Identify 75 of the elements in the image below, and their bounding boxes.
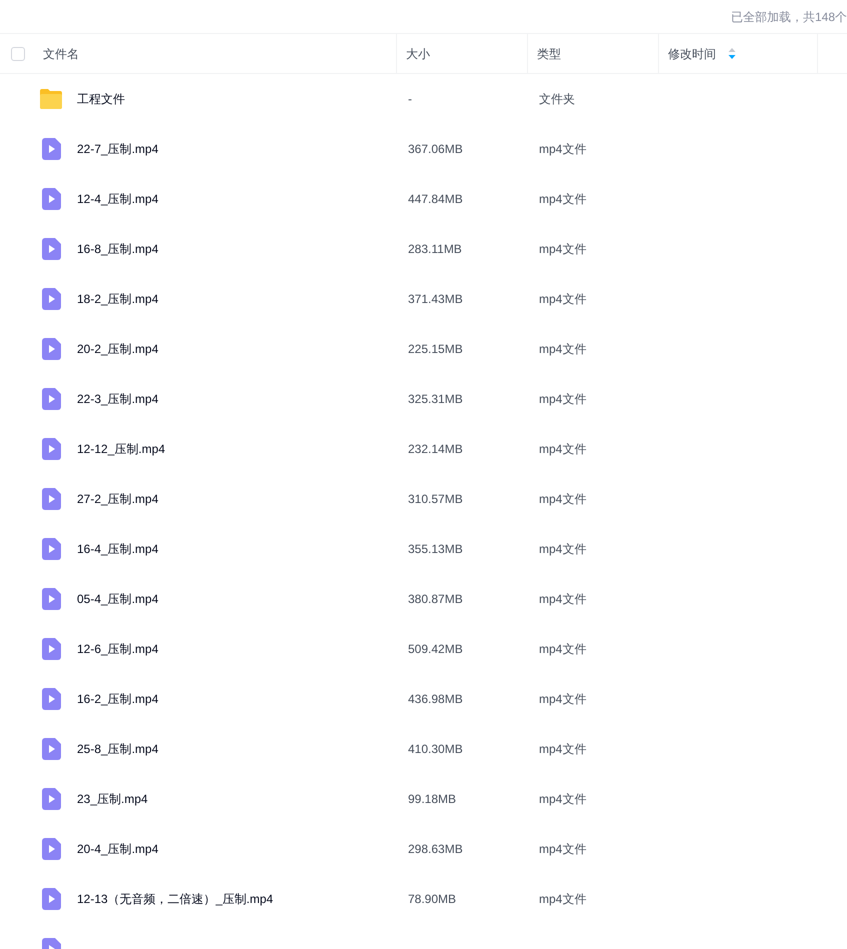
file-size: 232.14MB bbox=[408, 442, 463, 456]
file-type: mp4文件 bbox=[539, 192, 586, 206]
file-size: 283.11MB bbox=[408, 242, 462, 256]
file-type: mp4文件 bbox=[539, 142, 586, 156]
load-status: 已全部加载，共148个 bbox=[730, 8, 847, 26]
video-file-icon bbox=[42, 538, 60, 560]
file-name[interactable]: 工程文件 bbox=[77, 90, 125, 108]
file-size: 325.31MB bbox=[408, 392, 463, 406]
file-type: mp4文件 bbox=[539, 742, 586, 756]
file-name[interactable]: 12-6_压制.mp4 bbox=[77, 640, 158, 658]
file-name[interactable]: 16-4_压制.mp4 bbox=[77, 540, 158, 558]
video-file-icon bbox=[42, 788, 60, 810]
video-file-icon bbox=[42, 388, 60, 410]
video-file-icon bbox=[42, 188, 60, 210]
file-type: mp4文件 bbox=[539, 342, 586, 356]
video-file-icon bbox=[42, 738, 60, 760]
file-type: mp4文件 bbox=[539, 692, 586, 706]
file-type: 文件夹 bbox=[539, 92, 575, 106]
file-name[interactable]: 27-2_压制.mp4 bbox=[77, 490, 158, 508]
video-file-icon bbox=[42, 488, 60, 510]
file-name[interactable]: 18-2_压制.mp4 bbox=[77, 290, 158, 308]
file-size: 509.42MB bbox=[408, 642, 463, 656]
file-size: 367.06MB bbox=[408, 142, 463, 156]
video-file-icon bbox=[42, 238, 60, 260]
file-name[interactable]: 16-8_压制.mp4 bbox=[77, 240, 158, 258]
sort-icon[interactable] bbox=[728, 48, 736, 59]
file-name[interactable]: 12-4_压制.mp4 bbox=[77, 190, 158, 208]
column-header[interactable]: 大小 bbox=[406, 44, 430, 62]
file-size: 380.87MB bbox=[408, 592, 463, 606]
video-file-icon bbox=[42, 338, 60, 360]
file-name[interactable]: 25-8_压制.mp4 bbox=[77, 740, 158, 758]
file-type: mp4文件 bbox=[539, 392, 586, 406]
file-name[interactable]: 20-2_压制.mp4 bbox=[77, 340, 158, 358]
file-type: mp4文件 bbox=[539, 292, 586, 306]
file-size: 225.15MB bbox=[408, 342, 463, 356]
video-file-icon bbox=[42, 838, 60, 860]
video-file-icon bbox=[42, 438, 60, 460]
file-name[interactable]: 05-4_压制.mp4 bbox=[77, 590, 158, 608]
file-name[interactable]: 12-12_压制.mp4 bbox=[77, 440, 166, 458]
column-header[interactable]: 类型 bbox=[537, 44, 561, 62]
video-file-icon bbox=[42, 888, 60, 910]
file-type: mp4文件 bbox=[539, 892, 586, 906]
folder-icon bbox=[39, 88, 63, 110]
file-name[interactable]: 23_压制.mp4 bbox=[77, 790, 148, 808]
video-file-icon bbox=[42, 288, 60, 310]
file-type: mp4文件 bbox=[539, 592, 586, 606]
file-size: 371.43MB bbox=[408, 292, 463, 306]
file-size: 447.84MB bbox=[408, 192, 463, 206]
file-type: mp4文件 bbox=[539, 542, 586, 556]
file-name[interactable]: 12-13（无音频，二倍速）_压制.mp4 bbox=[77, 890, 274, 908]
file-type: mp4文件 bbox=[539, 242, 586, 256]
file-size: 99.18MB bbox=[408, 792, 456, 806]
video-file-icon bbox=[42, 688, 60, 710]
file-name[interactable]: 22-3_压制.mp4 bbox=[77, 390, 158, 408]
file-name[interactable]: 20-4_压制.mp4 bbox=[77, 840, 158, 858]
file-name[interactable]: 16-2_压制.mp4 bbox=[77, 690, 158, 708]
file-size: 436.98MB bbox=[408, 692, 463, 706]
file-size: 78.90MB bbox=[408, 892, 456, 906]
video-file-icon bbox=[42, 138, 60, 160]
file-size: 310.57MB bbox=[408, 492, 463, 506]
video-file-icon bbox=[42, 638, 60, 660]
column-header[interactable]: 修改时间 bbox=[668, 44, 716, 62]
video-file-icon bbox=[42, 588, 60, 610]
file-name[interactable]: 22-7_压制.mp4 bbox=[77, 140, 158, 158]
file-type: mp4文件 bbox=[539, 492, 586, 506]
file-size: - bbox=[408, 92, 412, 106]
select-all-checkbox[interactable] bbox=[10, 46, 24, 60]
file-type: mp4文件 bbox=[539, 642, 586, 656]
column-header[interactable]: 文件名 bbox=[43, 44, 79, 62]
file-size: 410.30MB bbox=[408, 742, 463, 756]
file-size: 298.63MB bbox=[408, 842, 463, 856]
file-type: mp4文件 bbox=[539, 442, 586, 456]
file-type: mp4文件 bbox=[539, 792, 586, 806]
file-type: mp4文件 bbox=[539, 842, 586, 856]
file-size: 355.13MB bbox=[408, 542, 463, 556]
